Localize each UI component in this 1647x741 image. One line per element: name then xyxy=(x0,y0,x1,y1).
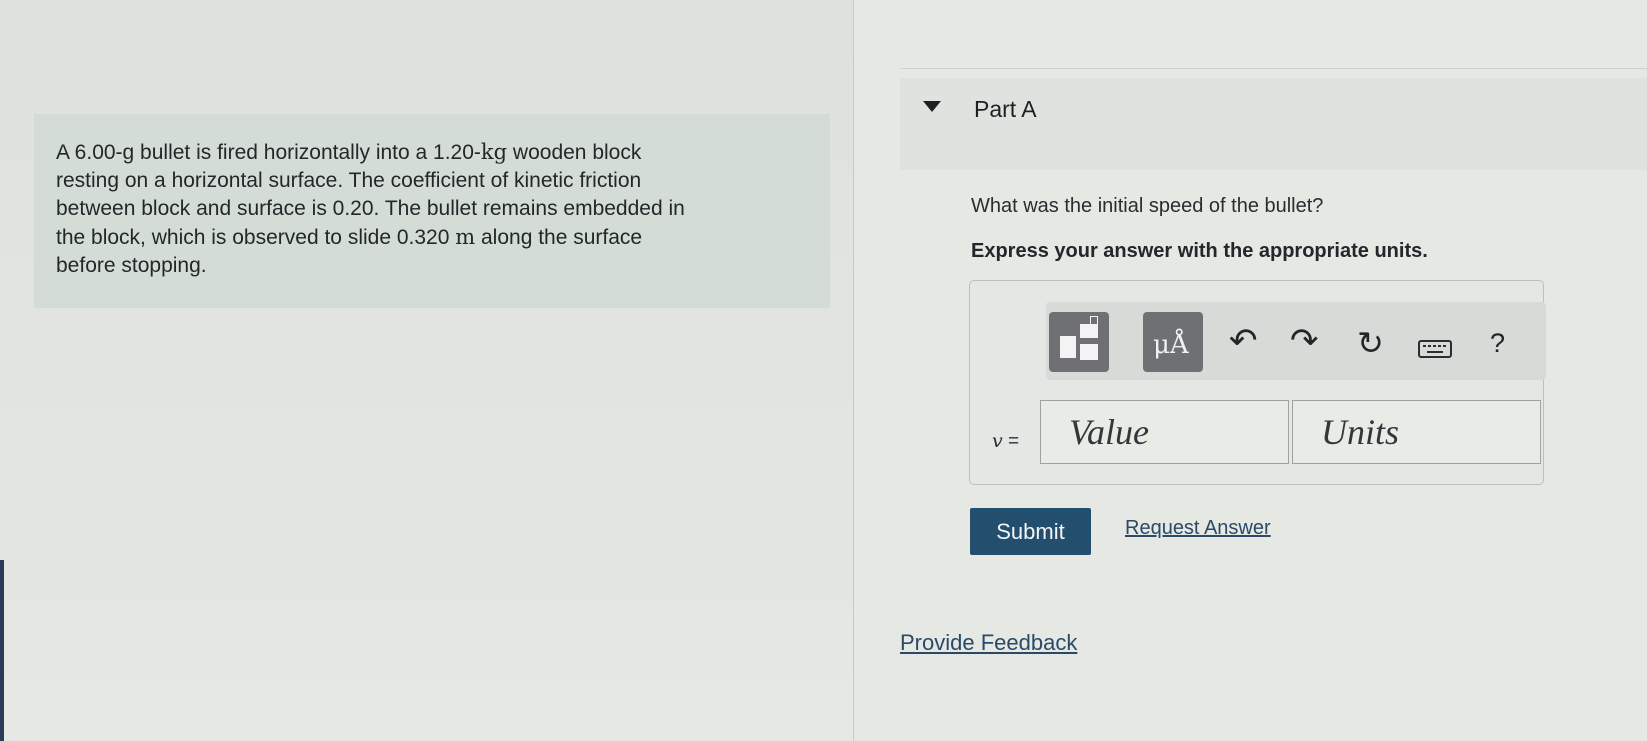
units-button[interactable]: μÅ xyxy=(1143,312,1203,372)
problem-line-2: resting on a horizontal surface. The coe… xyxy=(56,169,642,192)
problem-line-5: before stopping. xyxy=(56,254,207,277)
keyboard-icon[interactable] xyxy=(1418,340,1452,358)
provide-feedback-link[interactable]: Provide Feedback xyxy=(900,630,1077,656)
units-input[interactable] xyxy=(1292,400,1541,464)
length-unit: m xyxy=(455,225,476,249)
units-icon: μÅ xyxy=(1153,330,1189,360)
variable-symbol: v xyxy=(992,430,1003,452)
part-title[interactable]: Part A xyxy=(974,96,1037,123)
problem-text-segment: wooden block xyxy=(507,141,642,164)
template-numerator-icon xyxy=(1080,324,1098,338)
problem-statement: A 6.00-g bullet is fired horizontally in… xyxy=(56,138,816,280)
problem-statement-box: A 6.00-g bullet is fired horizontally in… xyxy=(34,114,830,308)
help-icon[interactable]: ? xyxy=(1490,328,1505,359)
problem-line-3: between block and surface is 0.20. The b… xyxy=(56,197,685,220)
problem-column xyxy=(0,0,853,741)
redo-icon[interactable]: ↷ xyxy=(1290,324,1319,358)
problem-line-4: the block, which is observed to slide 0.… xyxy=(56,225,643,249)
request-answer-link[interactable]: Request Answer xyxy=(1125,517,1271,540)
template-denominator-icon xyxy=(1080,344,1098,360)
variable-label: v = xyxy=(992,430,1019,453)
part-header[interactable] xyxy=(900,78,1647,170)
template-block-icon xyxy=(1060,336,1076,358)
submit-button[interactable]: Submit xyxy=(970,508,1091,555)
section-divider xyxy=(900,68,1647,69)
instruction-text: Express your answer with the appropriate… xyxy=(971,240,1428,262)
undo-icon[interactable]: ↶ xyxy=(1229,324,1258,358)
reset-icon[interactable]: ↻ xyxy=(1357,326,1384,360)
window-edge xyxy=(0,560,4,741)
problem-text-segment: the block, which is observed to slide 0.… xyxy=(56,226,456,249)
templates-button[interactable] xyxy=(1049,312,1109,372)
problem-line-1: A 6.00-g bullet is fired horizontally in… xyxy=(56,140,642,164)
question-text: What was the initial speed of the bullet… xyxy=(971,195,1324,217)
problem-text-segment: A 6.00-g bullet is fired horizontally in… xyxy=(56,141,481,164)
problem-text-segment: along the surface xyxy=(475,226,643,249)
template-placeholder-icon xyxy=(1090,316,1098,325)
collapse-caret-icon[interactable] xyxy=(923,101,941,112)
equals-sign: = xyxy=(1002,431,1020,452)
value-input[interactable] xyxy=(1040,400,1289,464)
mass-unit: kg xyxy=(480,140,508,164)
